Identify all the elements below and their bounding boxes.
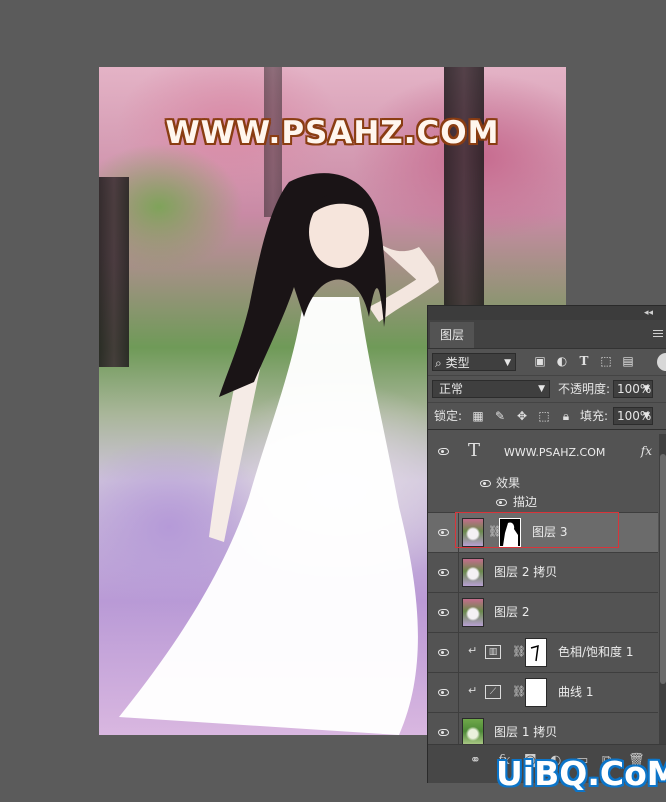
- effect-item-row[interactable]: 描边: [428, 493, 658, 513]
- lock-row: 锁定: ▦ ✎ ✥ ⬚ 🔒︎ 填充: 100% ▼: [428, 402, 666, 430]
- effect-item-label: 描边: [513, 495, 538, 509]
- visibility-eye-icon[interactable]: [438, 529, 449, 536]
- filter-toggle-switch[interactable]: [657, 353, 666, 371]
- visibility-eye-icon[interactable]: [438, 609, 449, 616]
- scrollbar-thumb[interactable]: [660, 454, 666, 684]
- type-layer-icon: T: [468, 440, 481, 461]
- layer-mask-thumbnail[interactable]: [499, 518, 521, 547]
- layer-row-selected[interactable]: ⛓︎ 图层 3: [428, 513, 658, 553]
- layer-row-adjustment[interactable]: ↵ ▥ ⛓︎ 色相/饱和度 1: [428, 633, 658, 673]
- visibility-eye-icon[interactable]: [496, 499, 507, 506]
- hue-saturation-icon: ▥: [485, 645, 501, 659]
- chevron-down-icon: ▼: [538, 384, 545, 394]
- shape-filter-icon[interactable]: ⬚: [598, 353, 614, 369]
- mask-link-icon[interactable]: ⛓︎: [512, 645, 526, 659]
- panel-title-strip: ◂◂: [428, 306, 666, 320]
- layer-row-adjustment[interactable]: ↵ ⟋ ⛓︎ 曲线 1: [428, 673, 658, 713]
- layer-name: WWW.PSAHZ.COM: [504, 446, 606, 459]
- layer-thumbnail: [462, 598, 484, 627]
- panel-menu-icon[interactable]: [653, 330, 663, 339]
- layers-panel: ◂◂ 图层 ⌕ 类型 ▼ ▣ ◐ T ⬚ ▤ 正常 ▼ 不透明度: 100% ▼ 锁定:…: [427, 305, 666, 783]
- layer-name: 曲线 1: [558, 685, 594, 699]
- effects-label: 效果: [496, 476, 521, 490]
- adjustment-mask-thumbnail[interactable]: [525, 638, 547, 667]
- layer-thumbnail: [462, 558, 484, 587]
- canvas-watermark-text: WWW.PSAHZ.COM: [165, 115, 500, 151]
- site-logo-watermark: UiBQ.CoM: [496, 754, 666, 793]
- layers-scrollbar[interactable]: [659, 434, 666, 748]
- mask-silhouette: [503, 522, 518, 546]
- lock-icon-group: ▦ ✎ ✥ ⬚ 🔒︎: [470, 407, 580, 425]
- lock-all-icon[interactable]: 🔒︎: [558, 407, 574, 425]
- blend-row: 正常 ▼ 不透明度: 100% ▼: [428, 375, 666, 402]
- fx-badge[interactable]: fx: [641, 444, 652, 458]
- visibility-eye-icon[interactable]: [438, 689, 449, 696]
- lock-artboard-icon[interactable]: ⬚: [536, 407, 552, 425]
- layer-row[interactable]: 图层 2: [428, 593, 658, 633]
- opacity-field[interactable]: 100% ▼: [613, 380, 653, 398]
- opacity-label: 不透明度:: [558, 382, 611, 396]
- type-filter-icon[interactable]: T: [576, 353, 592, 369]
- layer-filter-select[interactable]: ⌕ 类型 ▼: [432, 353, 516, 371]
- blend-mode-select[interactable]: 正常 ▼: [432, 380, 550, 398]
- visibility-eye-icon[interactable]: [480, 480, 491, 487]
- fill-field[interactable]: 100% ▼: [613, 407, 653, 425]
- mask-link-icon[interactable]: ⛓︎: [512, 685, 526, 699]
- adjustment-filter-icon[interactable]: ◐: [554, 353, 570, 369]
- layer-row-text[interactable]: T WWW.PSAHZ.COM fx: [428, 434, 658, 474]
- link-layers-icon[interactable]: ⚭: [470, 753, 481, 768]
- layer-name: 图层 3: [532, 525, 568, 539]
- layer-list: T WWW.PSAHZ.COM fx 效果 描边 ⛓︎ 图层 3 图层 2 拷贝…: [428, 434, 658, 748]
- tab-layers[interactable]: 图层: [430, 322, 474, 348]
- layer-name: 图层 2: [494, 605, 530, 619]
- filter-row: ⌕ 类型 ▼ ▣ ◐ T ⬚ ▤: [428, 349, 666, 375]
- layer-name: 色相/饱和度 1: [558, 645, 634, 659]
- lock-position-move-icon[interactable]: ✥: [514, 407, 530, 425]
- collapse-panel-icon[interactable]: ◂◂: [644, 306, 653, 320]
- panel-tab-bar: 图层: [428, 320, 666, 349]
- lock-label: 锁定:: [434, 409, 463, 423]
- chevron-down-icon: ▼: [643, 411, 650, 421]
- layer-name: 图层 2 拷贝: [494, 565, 558, 579]
- curves-icon: ⟋: [485, 685, 501, 699]
- filter-kind-label: 类型: [445, 356, 470, 370]
- visibility-eye-icon[interactable]: [438, 448, 449, 455]
- lock-transparent-icon[interactable]: ▦: [470, 407, 486, 425]
- layer-row[interactable]: 图层 2 拷贝: [428, 553, 658, 593]
- mask-link-icon[interactable]: ⛓︎: [488, 525, 502, 539]
- clipping-arrow-icon: ↵: [468, 644, 478, 657]
- layer-thumbnail: [462, 518, 484, 547]
- visibility-eye-icon[interactable]: [438, 729, 449, 736]
- mask-stroke: [530, 644, 539, 662]
- layer-row[interactable]: 图层 1 拷贝: [428, 713, 658, 748]
- visibility-eye-icon[interactable]: [438, 649, 449, 656]
- blend-mode-value: 正常: [439, 382, 464, 396]
- search-icon: ⌕: [435, 356, 442, 370]
- layer-thumbnail: [462, 718, 484, 747]
- smart-object-filter-icon[interactable]: ▤: [620, 353, 636, 369]
- fill-label: 填充:: [580, 409, 609, 423]
- layer-name: 图层 1 拷贝: [494, 725, 558, 739]
- effects-row[interactable]: 效果: [428, 474, 658, 493]
- chevron-down-icon: ▼: [643, 384, 650, 394]
- filter-icon-group: ▣ ◐ T ⬚ ▤: [532, 353, 642, 369]
- lock-image-brush-icon[interactable]: ✎: [492, 407, 508, 425]
- adjustment-mask-thumbnail[interactable]: [525, 678, 547, 707]
- visibility-eye-icon[interactable]: [438, 569, 449, 576]
- image-filter-icon[interactable]: ▣: [532, 353, 548, 369]
- chevron-down-icon: ▼: [504, 358, 511, 368]
- clipping-arrow-icon: ↵: [468, 684, 478, 697]
